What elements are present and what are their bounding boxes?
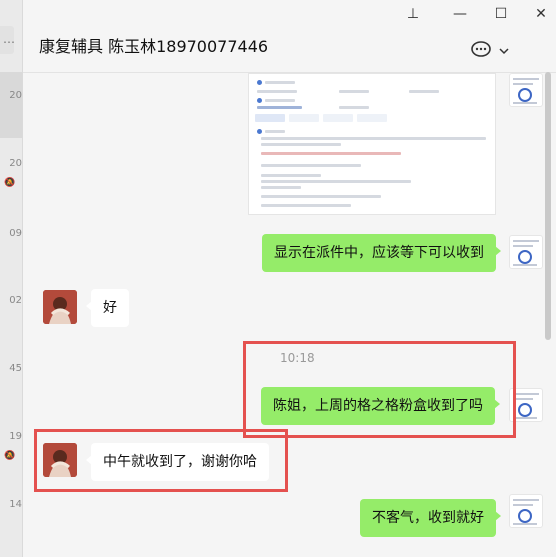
mute-icon: 🔕 (4, 451, 16, 461)
chat-scrollbar[interactable] (545, 72, 551, 340)
close-button[interactable]: ✕ (531, 6, 551, 22)
my-avatar[interactable] (509, 494, 543, 528)
selected-session[interactable] (0, 72, 22, 138)
mute-icon: 🔕 (4, 178, 16, 188)
chat-title: 康复辅具 陈玉林18970077446 (39, 37, 269, 56)
contact-avatar[interactable] (43, 290, 77, 324)
session-time[interactable]: 45 (0, 363, 22, 374)
pin-icon[interactable]: ⊥ (403, 6, 423, 22)
minimize-button[interactable]: — (450, 6, 470, 22)
message-bubble-sent[interactable]: 显示在派件中，应该等下可以收到 (262, 234, 501, 272)
session-time[interactable]: 20 (0, 90, 22, 101)
message-bubble-received[interactable]: 好 (86, 289, 129, 327)
session-list-edge: … 20 20 🔕 09 02 45 19 🔕 14 (0, 0, 23, 557)
chat-header: ⊥ — ☐ ✕ 康复辅具 陈玉林18970077446 (23, 0, 556, 73)
contact-avatar-image (43, 290, 77, 324)
session-list-scroll-handle[interactable]: … (0, 26, 15, 54)
my-avatar[interactable] (509, 235, 543, 269)
session-time[interactable]: 19 (0, 431, 22, 442)
session-time[interactable]: 14 (0, 499, 22, 510)
session-time[interactable]: 09 (0, 228, 22, 239)
session-time[interactable]: 20 (0, 158, 22, 169)
session-time[interactable]: 02 (0, 295, 22, 306)
highlight-box (243, 341, 516, 438)
my-avatar[interactable] (509, 73, 543, 107)
highlight-box (34, 429, 288, 492)
message-bubble-sent[interactable]: 不客气，收到就好 (360, 499, 501, 537)
maximize-button[interactable]: ☐ (491, 6, 511, 22)
chat-info-icon[interactable] (470, 40, 492, 58)
image-message[interactable] (248, 73, 496, 215)
chevron-down-icon[interactable] (499, 46, 509, 56)
